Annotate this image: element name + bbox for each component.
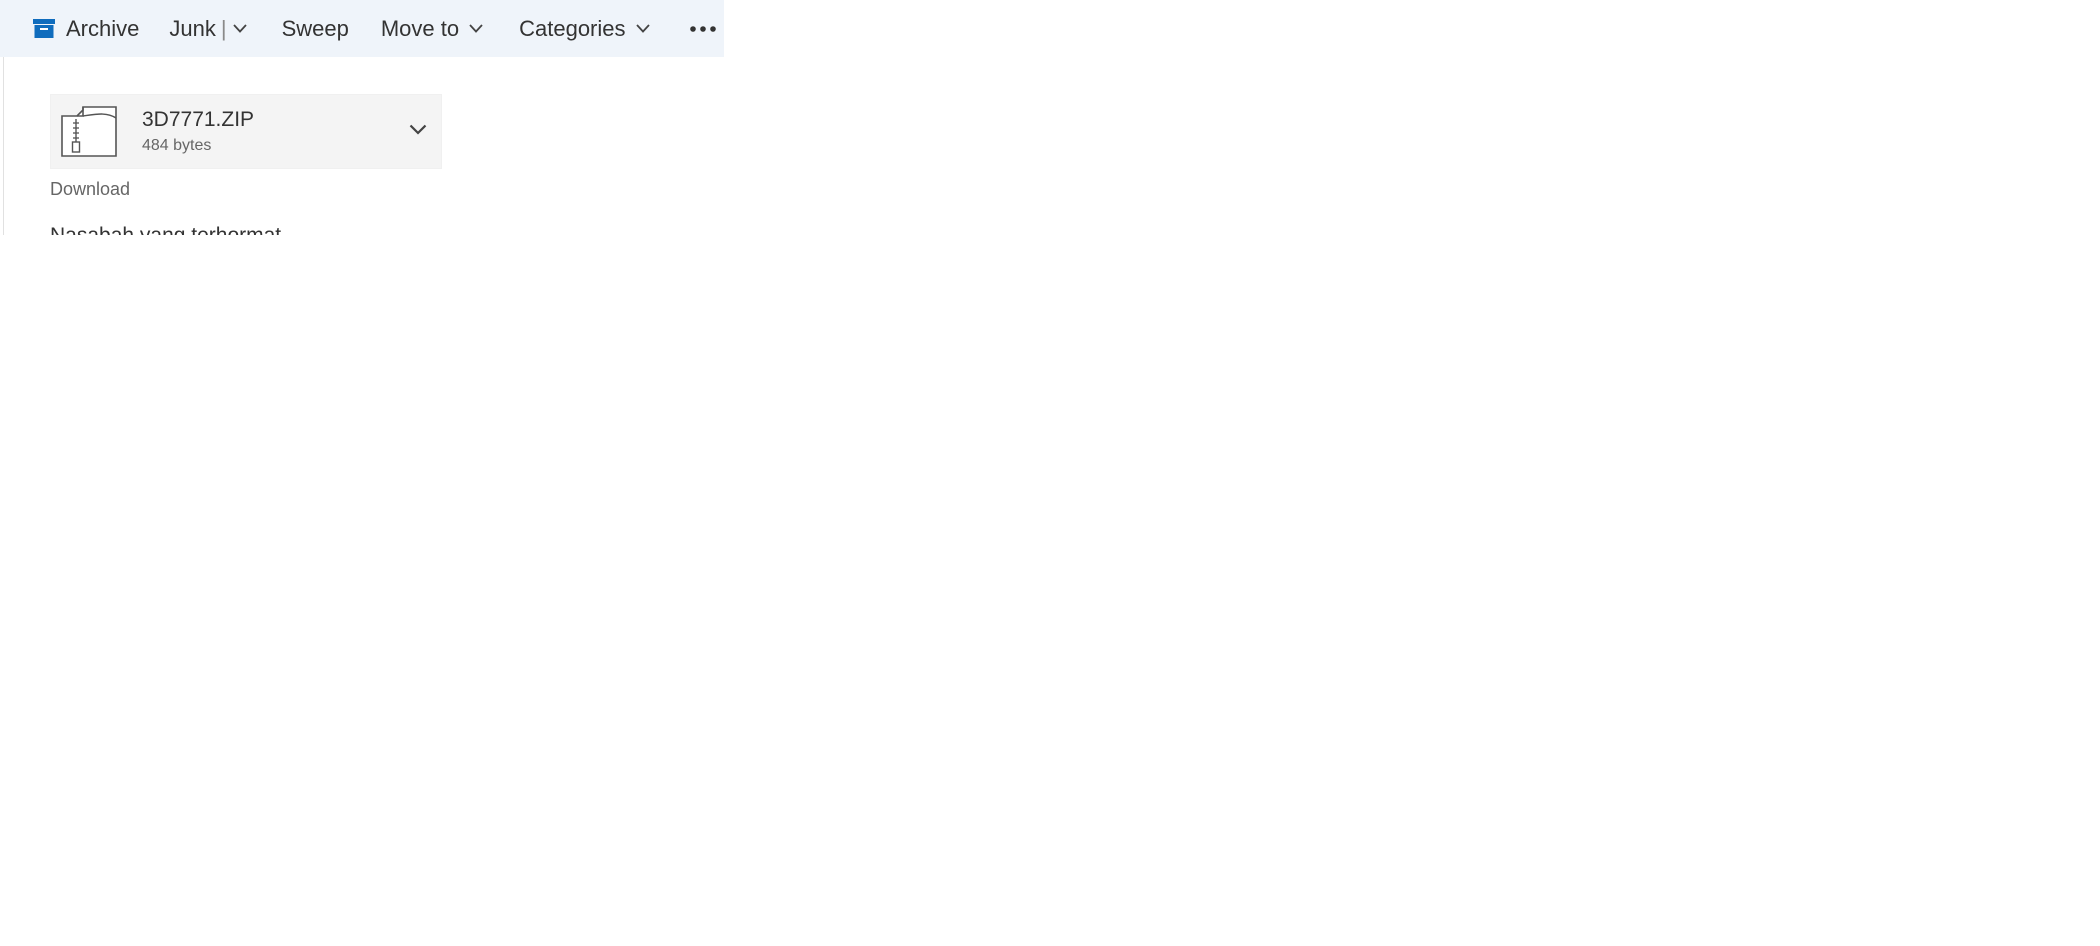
message-body-region: 3D7771.ZIP 484 bytes Download Nasabah ya… [0, 57, 2100, 235]
sweep-label: Sweep [281, 15, 349, 41]
chevron-down-icon[interactable] [409, 122, 427, 140]
chevron-down-icon[interactable] [232, 24, 247, 33]
junk-button[interactable]: Junk | [169, 0, 247, 57]
junk-label: Junk [169, 15, 216, 41]
attachment-file-size: 484 bytes [142, 137, 212, 154]
categories-button[interactable]: Categories [519, 0, 650, 57]
attachment-file-name: 3D7771.ZIP [142, 108, 255, 131]
move-to-button[interactable]: Move to [381, 0, 483, 57]
chevron-down-icon [469, 24, 483, 33]
junk-separator: | [220, 15, 227, 41]
zip-file-icon [61, 106, 117, 162]
attachment-card[interactable]: 3D7771.ZIP 484 bytes [50, 94, 442, 169]
archive-label: Archive [66, 15, 140, 41]
sweep-button[interactable]: Sweep [282, 0, 349, 57]
more-horizontal-icon [689, 25, 716, 32]
download-link[interactable]: Download [50, 179, 130, 200]
archive-button[interactable]: Archive [33, 0, 139, 57]
mail-reading-pane: Archive Junk | Sweep Move to Categories [0, 0, 2100, 946]
chevron-down-icon [635, 24, 650, 33]
archive-icon [33, 19, 55, 38]
more-actions-button[interactable] [686, 0, 720, 57]
categories-label: Categories [519, 15, 626, 41]
message-greeting: Nasabah yang terhormat [50, 224, 281, 235]
move-to-label: Move to [380, 15, 460, 41]
command-toolbar: Archive Junk | Sweep Move to Categories [0, 0, 724, 57]
